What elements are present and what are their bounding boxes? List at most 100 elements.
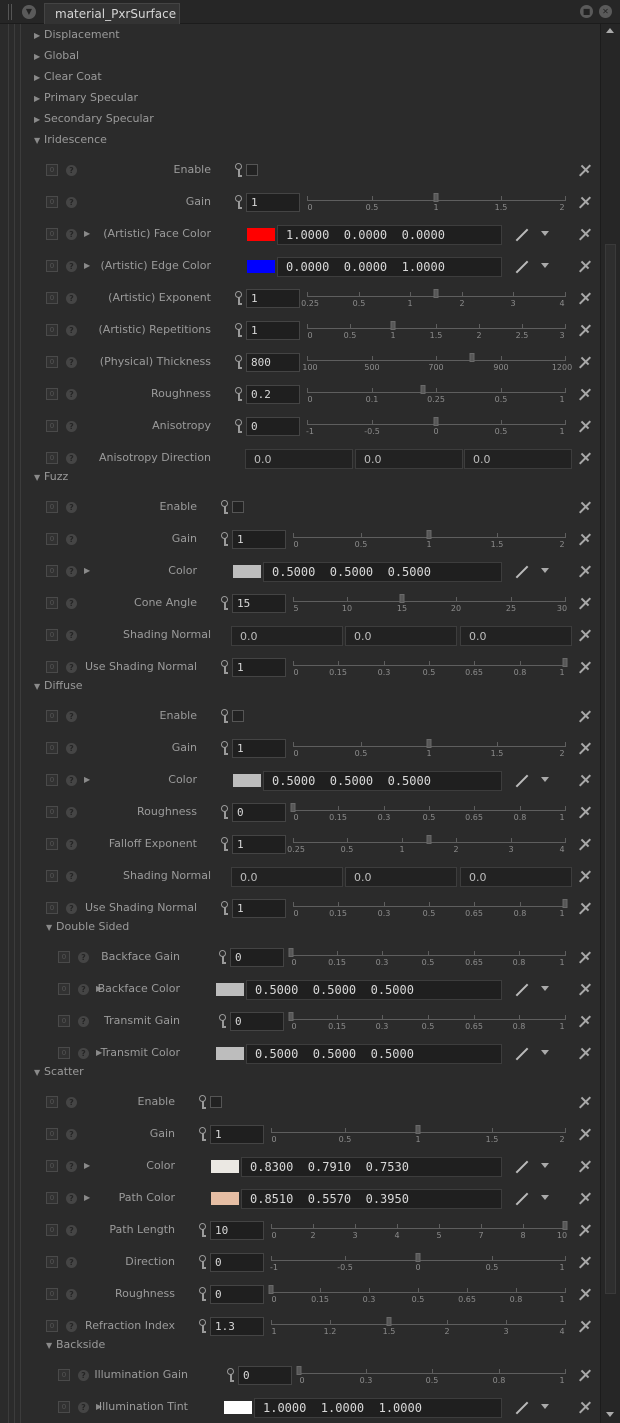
lock-icon[interactable]: 0 <box>46 1128 58 1140</box>
section-secondary-specular[interactable]: ▶ Secondary Specular <box>34 112 154 132</box>
pin-icon[interactable] <box>578 387 592 401</box>
eyedropper-icon[interactable] <box>515 259 529 274</box>
eyedropper-icon[interactable] <box>515 227 529 242</box>
color-swatch[interactable] <box>216 1047 244 1060</box>
keyframe-icon[interactable] <box>235 163 244 178</box>
keyframe-icon[interactable] <box>199 1319 208 1334</box>
help-icon[interactable]: ? <box>66 389 77 400</box>
collapse-icon[interactable]: ▼ <box>34 473 44 482</box>
expand-icon[interactable]: ▶ <box>34 31 44 40</box>
slider-handle[interactable] <box>415 1253 421 1262</box>
value-field[interactable]: 1 <box>246 289 300 308</box>
lock-icon[interactable]: 0 <box>46 356 58 368</box>
value-slider[interactable]: 0 0.5 1 1.5 2 <box>307 192 566 212</box>
value-slider[interactable]: 0.25 0.5 1 2 3 4 <box>287 834 566 854</box>
value-slider[interactable]: 0 0.15 0.3 0.5 0.65 0.8 1 <box>288 1011 566 1031</box>
value-field[interactable]: 0 <box>232 803 286 822</box>
vector-field[interactable]: 0.0 <box>460 867 572 887</box>
expand-icon[interactable]: ▶ <box>34 73 44 82</box>
keyframe-icon[interactable] <box>235 291 244 306</box>
lock-icon[interactable]: 0 <box>58 1015 70 1027</box>
color-value-field[interactable]: 0.8510 0.5570 0.3950 <box>241 1189 502 1209</box>
eyedropper-icon[interactable] <box>515 564 529 579</box>
slider-handle[interactable] <box>562 658 568 667</box>
pin-icon[interactable] <box>578 1319 592 1333</box>
lock-icon[interactable]: 0 <box>46 501 58 513</box>
lock-icon[interactable]: 0 <box>58 983 70 995</box>
lock-icon[interactable]: 0 <box>46 806 58 818</box>
pin-icon[interactable] <box>578 1127 592 1141</box>
lock-icon[interactable]: 0 <box>46 742 58 754</box>
pin-icon[interactable] <box>578 805 592 819</box>
slider-handle[interactable] <box>420 385 426 394</box>
collapse-icon[interactable]: ▼ <box>34 136 44 145</box>
slider-handle[interactable] <box>415 1125 421 1134</box>
help-icon[interactable]: ? <box>66 325 77 336</box>
vector-field[interactable]: 0.0 <box>464 449 572 469</box>
lock-icon[interactable]: 0 <box>46 774 58 786</box>
lock-icon[interactable]: 0 <box>58 1401 70 1413</box>
pin-icon[interactable] <box>578 837 592 851</box>
pin-icon[interactable] <box>578 564 592 578</box>
help-icon[interactable]: ? <box>66 502 77 513</box>
vector-field[interactable]: 0.0 <box>355 449 463 469</box>
value-slider[interactable]: 0 0.15 0.3 0.5 0.65 0.8 1 <box>268 1284 566 1304</box>
keyframe-icon[interactable] <box>221 596 230 611</box>
keyframe-icon[interactable] <box>221 660 230 675</box>
pin-icon[interactable] <box>578 195 592 209</box>
vector-field[interactable]: 0.0 <box>460 626 572 646</box>
vector-field[interactable]: 0.0 <box>345 626 457 646</box>
lock-icon[interactable]: 0 <box>46 870 58 882</box>
color-value-field[interactable]: 0.0000 0.0000 1.0000 <box>277 257 502 277</box>
value-slider[interactable]: 0 0.5 1 1.5 2 2.5 3 <box>307 320 566 340</box>
lock-icon[interactable]: 0 <box>46 1160 58 1172</box>
expand-icon[interactable]: ▶ <box>84 1161 90 1170</box>
scroll-down-icon[interactable] <box>606 1412 614 1417</box>
slider-handle[interactable] <box>469 353 475 362</box>
help-icon[interactable]: ? <box>66 261 77 272</box>
dropdown-icon[interactable] <box>541 1404 549 1409</box>
pin-icon[interactable] <box>578 291 592 305</box>
slider-handle[interactable] <box>426 739 432 748</box>
enable-checkbox[interactable] <box>232 710 244 722</box>
lock-icon[interactable]: 0 <box>46 1224 58 1236</box>
help-icon[interactable]: ? <box>78 1016 89 1027</box>
keyframe-icon[interactable] <box>199 1127 208 1142</box>
lock-icon[interactable]: 0 <box>46 1288 58 1300</box>
keyframe-icon[interactable] <box>219 950 228 965</box>
slider-handle[interactable] <box>562 1221 568 1230</box>
lock-icon[interactable]: 0 <box>58 951 70 963</box>
keyframe-icon[interactable] <box>235 419 244 434</box>
help-icon[interactable]: ? <box>66 1161 77 1172</box>
help-icon[interactable]: ? <box>66 1225 77 1236</box>
value-field[interactable]: 1 <box>232 835 286 854</box>
value-field[interactable]: 0 <box>210 1253 264 1272</box>
enable-checkbox[interactable] <box>246 164 258 176</box>
color-swatch[interactable] <box>247 260 275 273</box>
slider-handle[interactable] <box>268 1285 274 1294</box>
slider-handle[interactable] <box>433 289 439 298</box>
value-field[interactable]: 1 <box>232 530 286 549</box>
enable-checkbox[interactable] <box>232 501 244 513</box>
lock-icon[interactable]: 0 <box>46 1192 58 1204</box>
eyedropper-icon[interactable] <box>515 1191 529 1206</box>
eyedropper-icon[interactable] <box>515 982 529 997</box>
dropdown-icon[interactable] <box>541 777 549 782</box>
expand-icon[interactable]: ▶ <box>84 1193 90 1202</box>
slider-handle[interactable] <box>562 899 568 908</box>
pin-icon[interactable] <box>578 1191 592 1205</box>
color-swatch[interactable] <box>211 1160 239 1173</box>
lock-icon[interactable]: 0 <box>46 164 58 176</box>
color-value-field[interactable]: 0.5000 0.5000 0.5000 <box>263 771 502 791</box>
pin-icon[interactable] <box>578 950 592 964</box>
help-icon[interactable]: ? <box>66 534 77 545</box>
slider-handle[interactable] <box>399 594 405 603</box>
expand-icon[interactable]: ▶ <box>34 115 44 124</box>
help-icon[interactable]: ? <box>66 598 77 609</box>
keyframe-icon[interactable] <box>221 741 230 756</box>
pin-icon[interactable] <box>578 901 592 915</box>
pin-icon[interactable] <box>578 596 592 610</box>
lock-icon[interactable]: 0 <box>58 1047 70 1059</box>
color-swatch[interactable] <box>224 1401 252 1414</box>
help-icon[interactable]: ? <box>78 984 89 995</box>
